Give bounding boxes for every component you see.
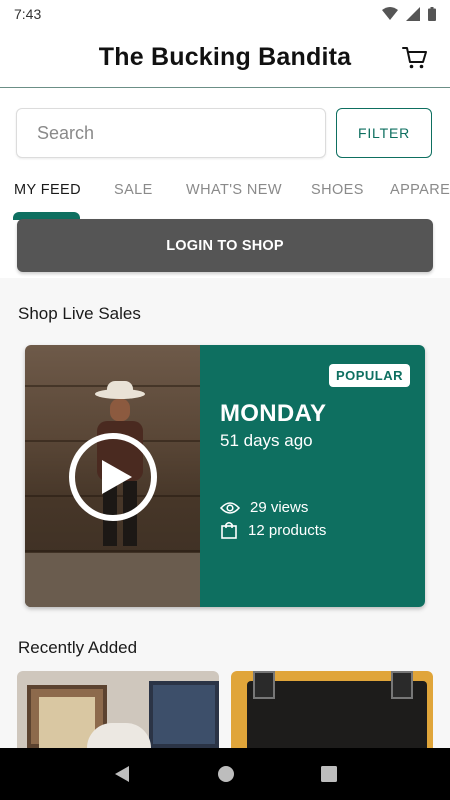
hanger-clip-left-image [253,671,275,699]
figure-head [110,399,130,421]
hanger-clip-right-image [391,671,413,699]
recent-product-card[interactable] [231,671,433,748]
status-icons [382,7,436,21]
status-time: 7:43 [14,6,42,22]
floor-area [25,553,200,607]
views-count: 29 views [250,499,309,516]
shopping-cart-icon [402,47,427,69]
tab-sale[interactable]: SALE [114,182,153,198]
recently-added-heading: Recently Added [18,638,138,657]
live-sale-time-ago: 51 days ago [220,431,313,450]
recently-added-row [17,671,433,748]
live-sale-thumbnail [25,345,200,607]
tab-whats-new[interactable]: WHAT'S NEW [186,182,282,198]
framed-print-image [39,697,95,748]
feed-content[interactable]: Shop Live Sales POPULAR MONDAY 51 days a… [0,278,450,748]
tab-shoes[interactable]: SHOES [311,182,364,198]
hat-crown [107,381,133,395]
category-tabs: MY FEED SALE WHAT'S NEW SHOES APPAREL [0,176,450,220]
system-nav-bar [0,748,450,800]
search-row: FILTER [16,108,434,160]
login-to-shop-button[interactable]: LOGIN TO SHOP [17,219,433,272]
live-sale-title: MONDAY [220,400,327,427]
recent-product-card[interactable] [17,671,219,748]
eye-icon [220,501,240,514]
play-button[interactable] [69,433,157,521]
app-header: The Bucking Bandita [0,28,450,88]
live-sale-card[interactable]: POPULAR MONDAY 51 days ago 29 views 12 p… [25,345,425,607]
live-sales-heading: Shop Live Sales [18,304,141,323]
popular-badge: POPULAR [328,364,410,387]
app-title: The Bucking Bandita [98,43,352,71]
products-stat: 12 products [220,521,326,539]
back-icon[interactable] [113,765,131,783]
wifi-icon [382,7,398,20]
shopping-bag-icon [221,521,237,539]
status-bar: 7:43 [0,0,450,28]
views-stat: 29 views [220,499,308,516]
battery-icon [428,7,436,21]
tab-apparel[interactable]: APPAREL [390,182,450,198]
search-input[interactable] [16,108,326,158]
live-sale-info: POPULAR MONDAY 51 days ago 29 views 12 p… [200,345,425,607]
cart-button[interactable] [400,43,430,73]
filter-button[interactable]: FILTER [336,108,432,158]
signal-icon [406,7,420,21]
home-icon[interactable] [217,765,235,783]
tab-my-feed[interactable]: MY FEED [14,182,81,198]
recents-icon[interactable] [321,766,337,782]
hat-image [87,723,151,748]
products-count: 12 products [248,521,327,539]
framed-poster-image [149,681,219,748]
play-icon [102,460,132,494]
